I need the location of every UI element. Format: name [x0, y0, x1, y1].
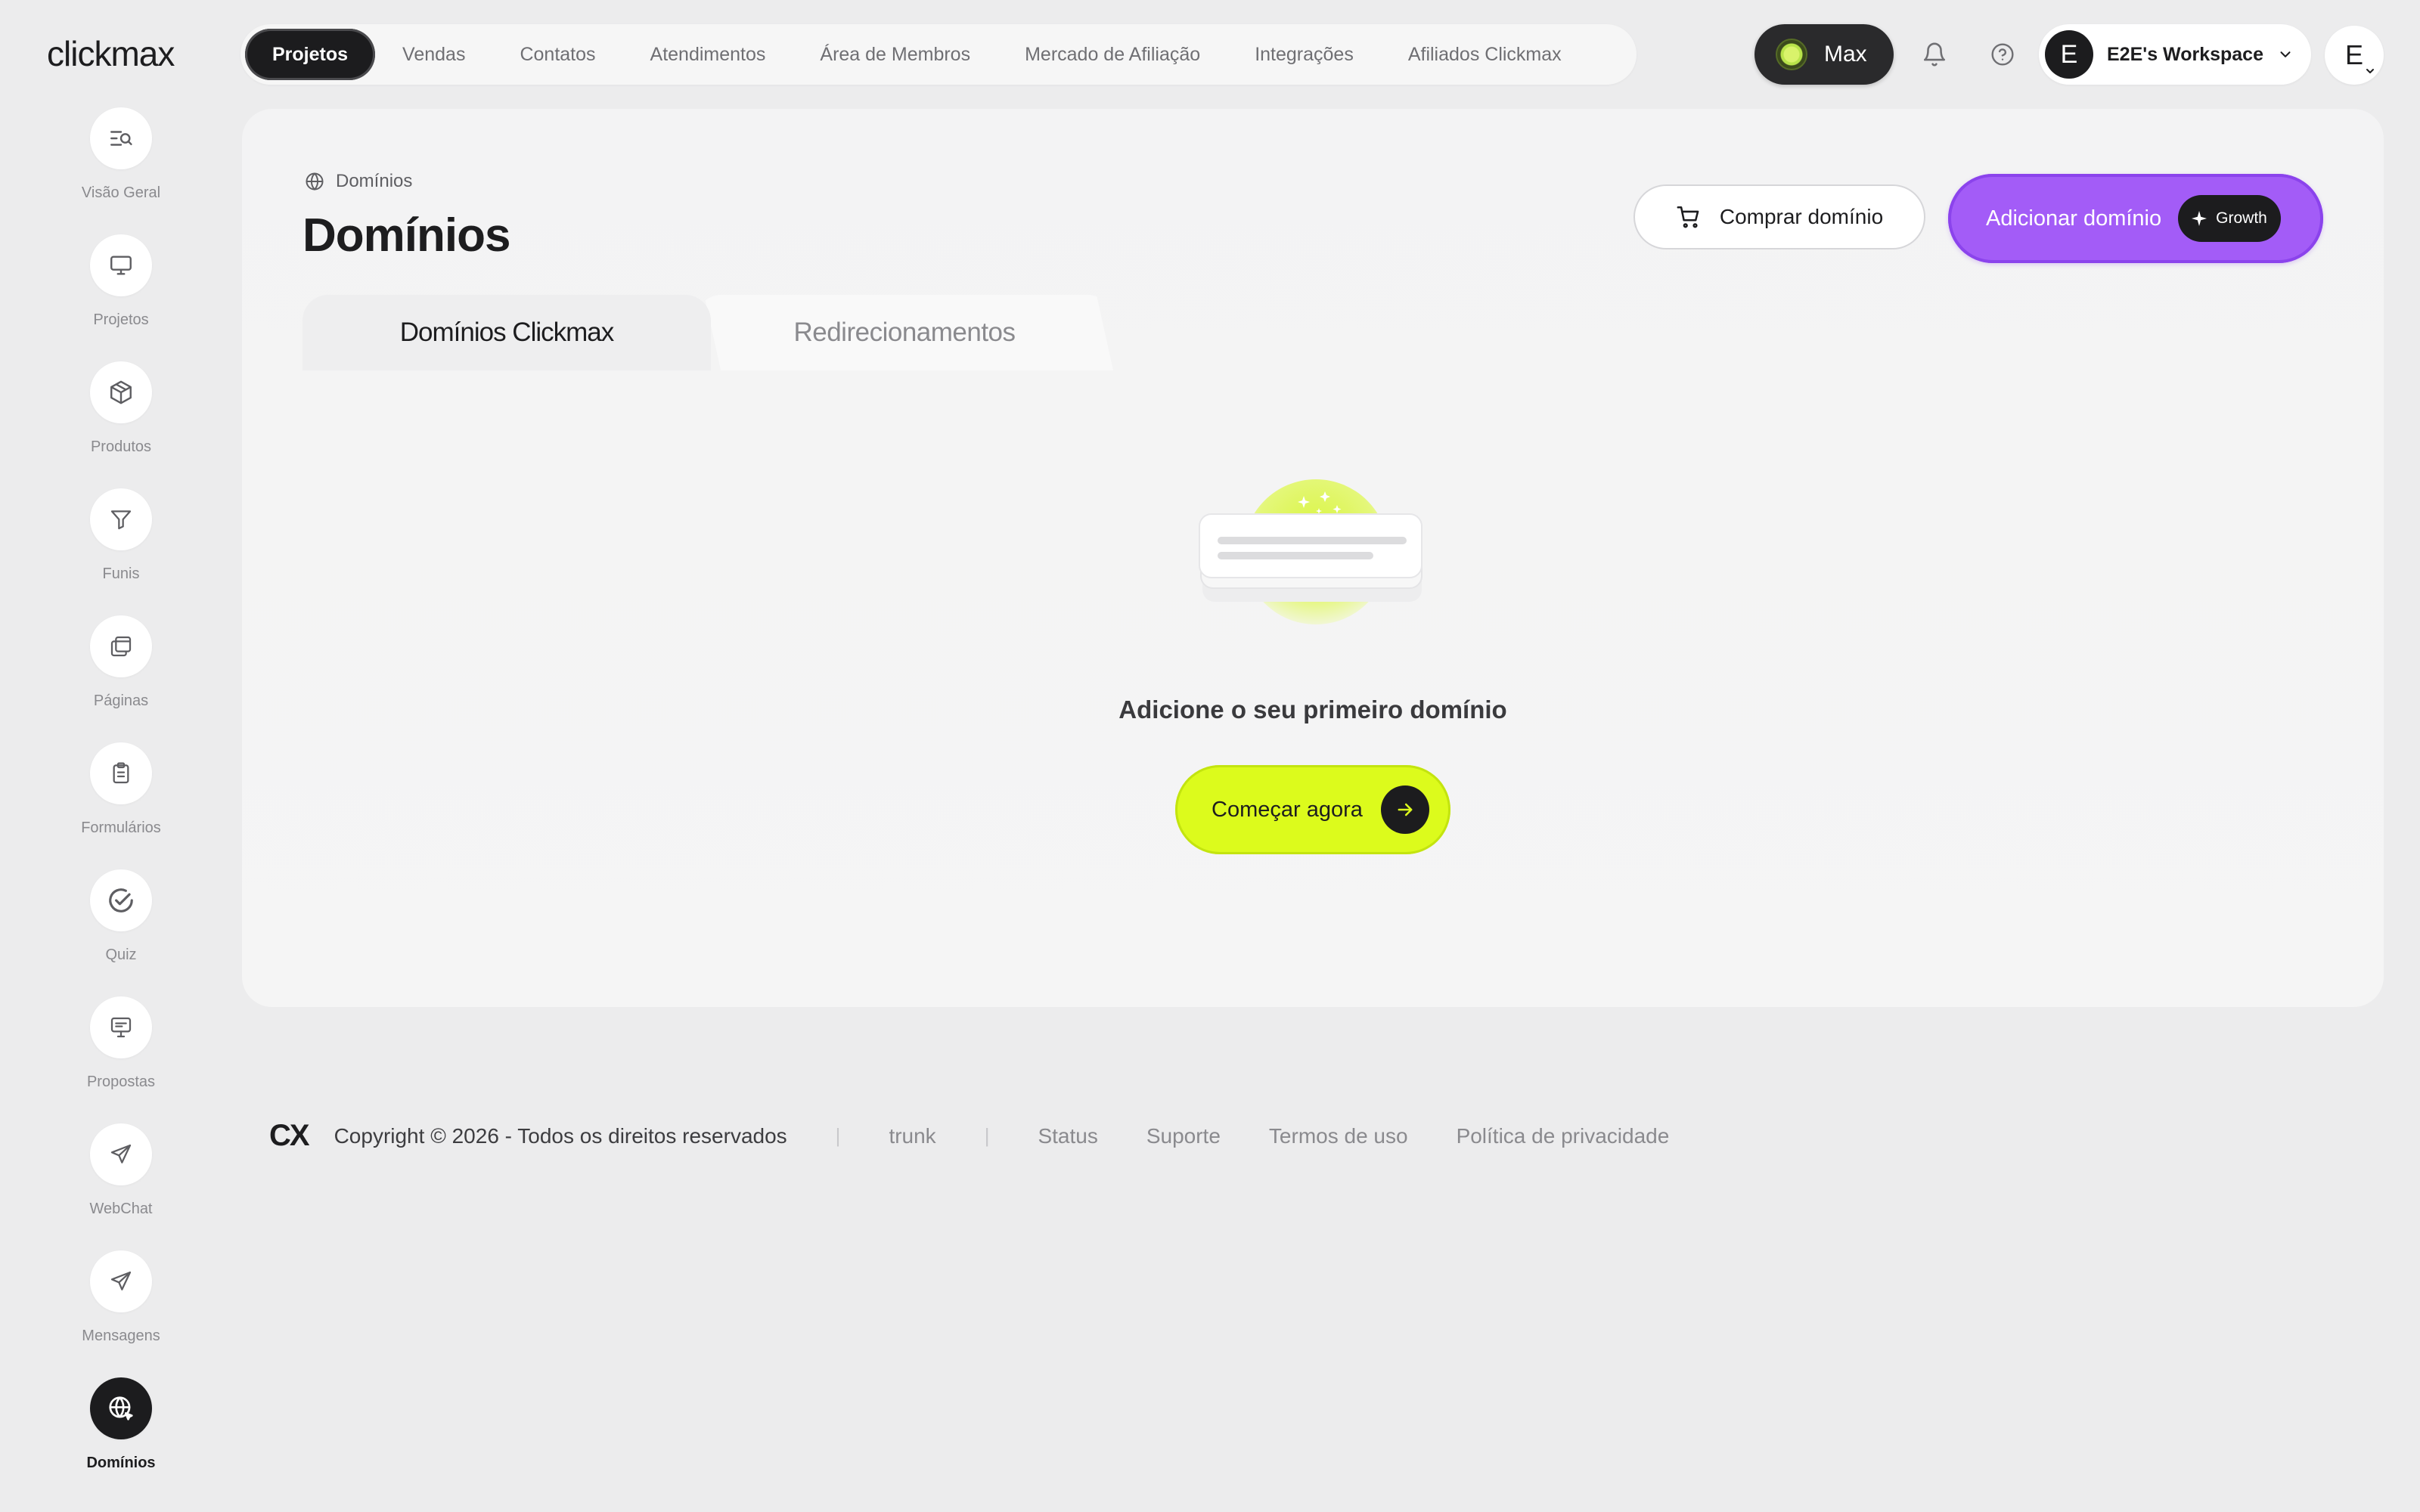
sidebar-item-label: Páginas: [93, 692, 149, 709]
sidebar-item-projetos[interactable]: Projetos: [60, 234, 182, 329]
tab-label: Redirecionamentos: [793, 318, 1016, 347]
sidebar-item-label: Formulários: [81, 820, 161, 836]
footer-link-status[interactable]: Status: [1038, 1124, 1097, 1148]
nav-area-de-membros[interactable]: Área de Membros: [793, 29, 997, 80]
plan-badge[interactable]: Max: [1754, 24, 1894, 85]
bell-icon: [1923, 42, 1946, 67]
workspace-selector[interactable]: E E2E's Workspace: [2039, 24, 2311, 85]
sidebar-item-visao-geral[interactable]: Visão Geral: [60, 107, 182, 202]
start-now-label: Começar agora: [1212, 797, 1363, 822]
buy-domain-button[interactable]: Comprar domínio: [1634, 184, 1925, 249]
nav-mercado-de-afiliacao[interactable]: Mercado de Afiliação: [997, 29, 1227, 80]
breadcrumb-label: Domínios: [336, 171, 413, 191]
sidebar-item-mensagens[interactable]: Mensagens: [60, 1250, 182, 1345]
nav-atendimentos[interactable]: Atendimentos: [623, 29, 793, 80]
workspace-avatar: E: [2045, 30, 2093, 79]
help-button[interactable]: [1980, 32, 2025, 77]
help-icon: [1991, 43, 2014, 66]
empty-state-illustration: [1199, 479, 1423, 624]
add-domain-label: Adicionar domínio: [1986, 206, 2162, 231]
nav-projetos[interactable]: Projetos: [245, 29, 376, 80]
nav-afiliados-clickmax[interactable]: Afiliados Clickmax: [1381, 29, 1589, 80]
monitor-icon: [90, 234, 152, 296]
sidebar-item-formularios[interactable]: Formulários: [60, 742, 182, 837]
presentation-icon: [90, 996, 152, 1058]
workspace-name: E2E's Workspace: [2107, 43, 2263, 65]
overview-icon: [90, 107, 152, 169]
sidebar-item-label: Projetos: [93, 311, 149, 328]
chevron-down-icon: [2366, 69, 2374, 73]
sidebar-item-label: Mensagens: [82, 1328, 160, 1344]
footer-divider: |: [984, 1124, 990, 1147]
footer-link-termos[interactable]: Termos de uso: [1269, 1124, 1408, 1148]
buy-domain-label: Comprar domínio: [1719, 205, 1884, 228]
footer: CX Copyright © 2026 - Todos os direitos …: [269, 1119, 1717, 1153]
sidebar-item-label: Domínios: [86, 1455, 156, 1471]
growth-label: Growth: [2216, 209, 2267, 227]
sparkle-icon: [2192, 211, 2207, 226]
sidebar-item-label: WebChat: [89, 1201, 153, 1217]
nav-contatos[interactable]: Contatos: [492, 29, 622, 80]
funnel-icon: [90, 488, 152, 550]
tab-dominios-clickmax[interactable]: Domínios Clickmax: [302, 295, 711, 370]
footer-link-suporte[interactable]: Suporte: [1146, 1124, 1221, 1148]
top-navigation: Projetos Vendas Contatos Atendimentos Ár…: [240, 24, 1637, 85]
nav-integracoes[interactable]: Integrações: [1227, 29, 1381, 80]
tab-label: Domínios Clickmax: [399, 318, 614, 347]
empty-state-title: Adicione o seu primeiro domínio: [1118, 696, 1507, 723]
sidebar-item-label: Propostas: [86, 1074, 156, 1090]
arrow-right-icon: [1380, 785, 1429, 834]
sidebar-item-propostas[interactable]: Propostas: [60, 996, 182, 1091]
sidebar-item-webchat[interactable]: WebChat: [60, 1123, 182, 1218]
footer-divider: |: [835, 1124, 841, 1147]
sidebar-item-label: Produtos: [90, 438, 152, 455]
clipboard-icon: [90, 742, 152, 804]
start-now-button[interactable]: Começar agora: [1175, 765, 1450, 854]
box-icon: [90, 361, 152, 423]
globe-icon: [90, 1377, 152, 1439]
breadcrumb: Domínios: [304, 171, 412, 192]
footer-branch: trunk: [889, 1123, 936, 1148]
cart-icon: [1677, 206, 1699, 228]
plan-dot-icon: [1776, 39, 1807, 70]
plan-label: Max: [1824, 42, 1867, 67]
sidebar-item-label: Funis: [102, 565, 140, 582]
sidebar-item-paginas[interactable]: Páginas: [60, 615, 182, 710]
send-icon: [90, 1123, 152, 1185]
growth-badge: Growth: [2178, 195, 2281, 242]
notifications-button[interactable]: [1912, 32, 1957, 77]
page-title: Domínios: [302, 209, 510, 262]
sidebar-item-label: Quiz: [105, 947, 137, 963]
clickmax-logo[interactable]: clickmax: [47, 33, 175, 74]
chevron-down-icon: [2280, 51, 2291, 57]
sidebar-item-label: Visão Geral: [81, 184, 161, 201]
globe-icon: [306, 172, 324, 191]
footer-logo: CX: [269, 1119, 310, 1152]
sidebar-item-quiz[interactable]: Quiz: [60, 869, 182, 964]
nav-vendas[interactable]: Vendas: [375, 29, 492, 80]
add-domain-button[interactable]: Adicionar domínio Growth: [1948, 174, 2323, 263]
send-icon: [90, 1250, 152, 1312]
pages-icon: [90, 615, 152, 677]
sidebar-item-funis[interactable]: Funis: [60, 488, 182, 583]
footer-link-privacidade[interactable]: Política de privacidade: [1457, 1124, 1670, 1148]
tab-redirecionamentos[interactable]: Redirecionamentos: [704, 295, 1113, 370]
check-circle-icon: [90, 869, 152, 931]
sidebar-item-dominios[interactable]: Domínios: [60, 1377, 182, 1472]
sidebar-item-produtos[interactable]: Produtos: [60, 361, 182, 456]
footer-copyright: Copyright © 2026 - Todos os direitos res…: [334, 1123, 787, 1148]
